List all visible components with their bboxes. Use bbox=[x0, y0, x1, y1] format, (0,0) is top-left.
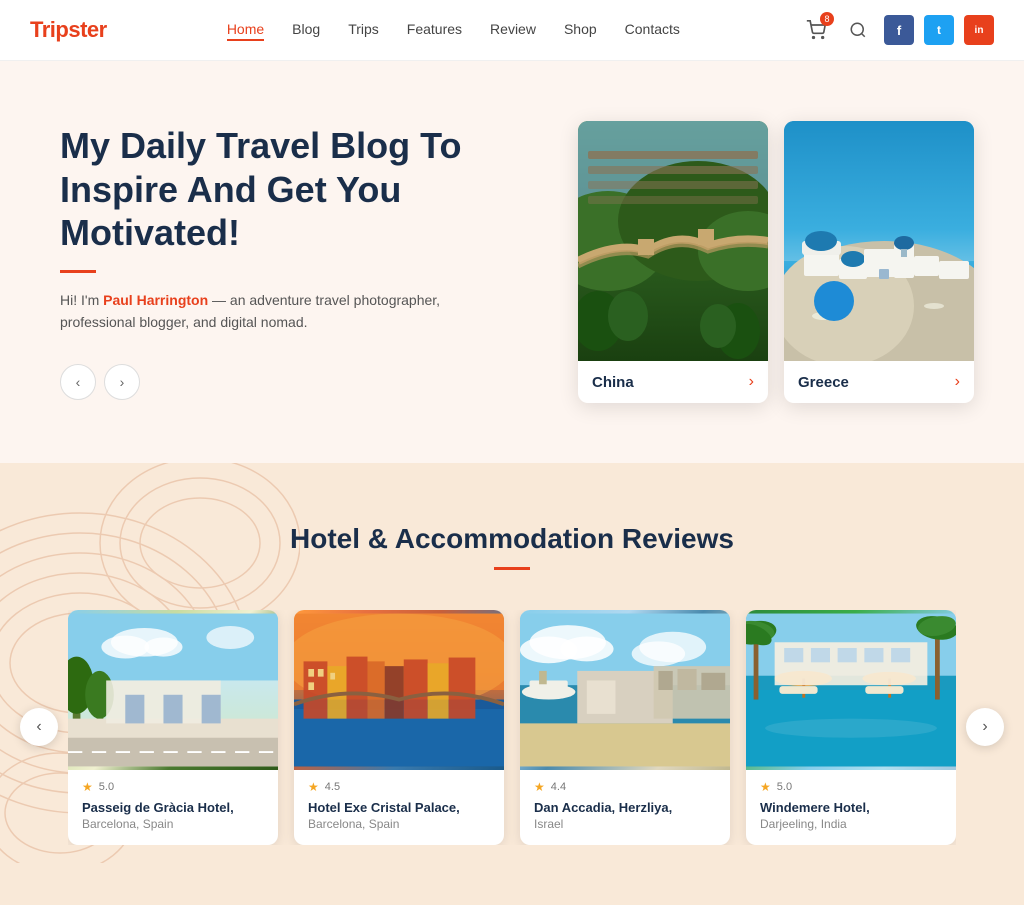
hero-section: My Daily Travel Blog To Inspire And Get … bbox=[0, 61, 1024, 463]
nav-link-shop[interactable]: Shop bbox=[564, 21, 597, 37]
china-label: China bbox=[592, 374, 634, 391]
logo-text-prefix: Trip bbox=[30, 17, 68, 42]
hotel-2-rating: 4.5 bbox=[325, 781, 340, 793]
greece-card-footer: Greece › bbox=[784, 361, 974, 403]
destination-card-greece[interactable]: Greece › bbox=[784, 121, 974, 403]
china-image bbox=[578, 121, 768, 361]
hotel-1-body: ★ 5.0 Passeig de Gràcia Hotel, Barcelona… bbox=[68, 770, 278, 845]
nav-link-contacts[interactable]: Contacts bbox=[625, 21, 680, 37]
hotel-image-1 bbox=[68, 610, 278, 770]
star-icon: ★ bbox=[760, 780, 771, 794]
hotel-4-stars: ★ 5.0 bbox=[760, 780, 942, 794]
nav-item-review[interactable]: Review bbox=[490, 21, 536, 39]
hotel-card-1[interactable]: ★ 5.0 Passeig de Gràcia Hotel, Barcelona… bbox=[68, 610, 278, 845]
hotel-3-rating: 4.4 bbox=[551, 781, 566, 793]
instagram-icon: in bbox=[975, 25, 984, 36]
reviews-slider: ‹ bbox=[0, 610, 1024, 845]
reviews-divider bbox=[494, 567, 530, 570]
hotel-card-2[interactable]: ★ 4.5 Hotel Exe Cristal Palace, Barcelon… bbox=[294, 610, 504, 845]
instagram-button[interactable]: in bbox=[964, 15, 994, 45]
navbar: Tripster Home Blog Trips Features Review… bbox=[0, 0, 1024, 61]
nav-link-review[interactable]: Review bbox=[490, 21, 536, 37]
greece-label: Greece bbox=[798, 374, 849, 391]
hotel-2-stars: ★ 4.5 bbox=[308, 780, 490, 794]
china-arrow[interactable]: › bbox=[749, 373, 754, 391]
cart-badge: 8 bbox=[820, 12, 834, 26]
twitter-button[interactable]: t bbox=[924, 15, 954, 45]
search-button[interactable] bbox=[842, 14, 874, 46]
hotel-2-body: ★ 4.5 Hotel Exe Cristal Palace, Barcelon… bbox=[294, 770, 504, 845]
nav-item-blog[interactable]: Blog bbox=[292, 21, 320, 39]
facebook-icon: f bbox=[897, 23, 901, 38]
cart-button[interactable]: 8 bbox=[800, 14, 832, 46]
nav-item-trips[interactable]: Trips bbox=[348, 21, 379, 39]
nav-link-home[interactable]: Home bbox=[227, 21, 264, 41]
nav-links: Home Blog Trips Features Review Shop Con… bbox=[227, 21, 680, 39]
star-icon: ★ bbox=[308, 780, 319, 794]
author-name: Paul Harrington bbox=[103, 292, 208, 308]
hero-desc-prefix: Hi! I'm bbox=[60, 292, 103, 308]
reviews-title: Hotel & Accommodation Reviews bbox=[0, 523, 1024, 555]
star-icon: ★ bbox=[82, 780, 93, 794]
hotel-4-body: ★ 5.0 Windemere Hotel, Darjeeling, India bbox=[746, 770, 956, 845]
hero-description: Hi! I'm Paul Harrington — an adventure t… bbox=[60, 289, 480, 334]
hotel-3-location: Israel bbox=[534, 817, 716, 831]
hero-arrows: ‹ › bbox=[60, 364, 480, 400]
hotel-1-stars: ★ 5.0 bbox=[82, 780, 264, 794]
reviews-header: Hotel & Accommodation Reviews bbox=[0, 523, 1024, 570]
hotel-2-location: Barcelona, Spain bbox=[308, 817, 490, 831]
hotel-3-name: Dan Accadia, Herzliya, bbox=[534, 800, 716, 817]
hero-text: My Daily Travel Blog To Inspire And Get … bbox=[60, 124, 480, 399]
hotel-image-4 bbox=[746, 610, 956, 770]
hotel-1-name: Passeig de Gràcia Hotel, bbox=[82, 800, 264, 817]
nav-item-contacts[interactable]: Contacts bbox=[625, 21, 680, 39]
hotel-card-4[interactable]: ★ 5.0 Windemere Hotel, Darjeeling, India bbox=[746, 610, 956, 845]
nav-item-features[interactable]: Features bbox=[407, 21, 462, 39]
china-card-footer: China › bbox=[578, 361, 768, 403]
reviews-content: Hotel & Accommodation Reviews ‹ bbox=[0, 523, 1024, 845]
greece-arrow[interactable]: › bbox=[955, 373, 960, 391]
hotel-cards-row: ★ 5.0 Passeig de Gràcia Hotel, Barcelona… bbox=[68, 610, 956, 845]
hero-title: My Daily Travel Blog To Inspire And Get … bbox=[60, 124, 480, 254]
hotel-3-stars: ★ 4.4 bbox=[534, 780, 716, 794]
greece-image bbox=[784, 121, 974, 361]
hotel-4-rating: 5.0 bbox=[777, 781, 792, 793]
reviews-next-button[interactable]: › bbox=[966, 708, 1004, 746]
hotel-2-name: Hotel Exe Cristal Palace, bbox=[308, 800, 490, 817]
logo[interactable]: Tripster bbox=[30, 17, 107, 43]
hotel-4-location: Darjeeling, India bbox=[760, 817, 942, 831]
reviews-section: Hotel & Accommodation Reviews ‹ bbox=[0, 463, 1024, 905]
hotel-1-rating: 5.0 bbox=[99, 781, 114, 793]
reviews-prev-button[interactable]: ‹ bbox=[20, 708, 58, 746]
twitter-icon: t bbox=[937, 23, 941, 37]
hotel-4-name: Windemere Hotel, bbox=[760, 800, 942, 817]
nav-right: 8 f t in bbox=[800, 14, 994, 46]
nav-item-shop[interactable]: Shop bbox=[564, 21, 597, 39]
nav-item-home[interactable]: Home bbox=[227, 21, 264, 39]
hotel-image-3 bbox=[520, 610, 730, 770]
hero-divider bbox=[60, 270, 96, 273]
star-icon: ★ bbox=[534, 780, 545, 794]
hotel-3-body: ★ 4.4 Dan Accadia, Herzliya, Israel bbox=[520, 770, 730, 845]
hotel-card-3[interactable]: ★ 4.4 Dan Accadia, Herzliya, Israel bbox=[520, 610, 730, 845]
hero-images: China › bbox=[578, 121, 994, 403]
next-button[interactable]: › bbox=[104, 364, 140, 400]
nav-link-features[interactable]: Features bbox=[407, 21, 462, 37]
nav-link-blog[interactable]: Blog bbox=[292, 21, 320, 37]
prev-button[interactable]: ‹ bbox=[60, 364, 96, 400]
hotel-1-location: Barcelona, Spain bbox=[82, 817, 264, 831]
hotel-image-2 bbox=[294, 610, 504, 770]
facebook-button[interactable]: f bbox=[884, 15, 914, 45]
logo-text-suffix: ter bbox=[80, 17, 107, 42]
logo-highlight: s bbox=[68, 17, 80, 42]
destination-card-china[interactable]: China › bbox=[578, 121, 768, 403]
nav-link-trips[interactable]: Trips bbox=[348, 21, 379, 37]
